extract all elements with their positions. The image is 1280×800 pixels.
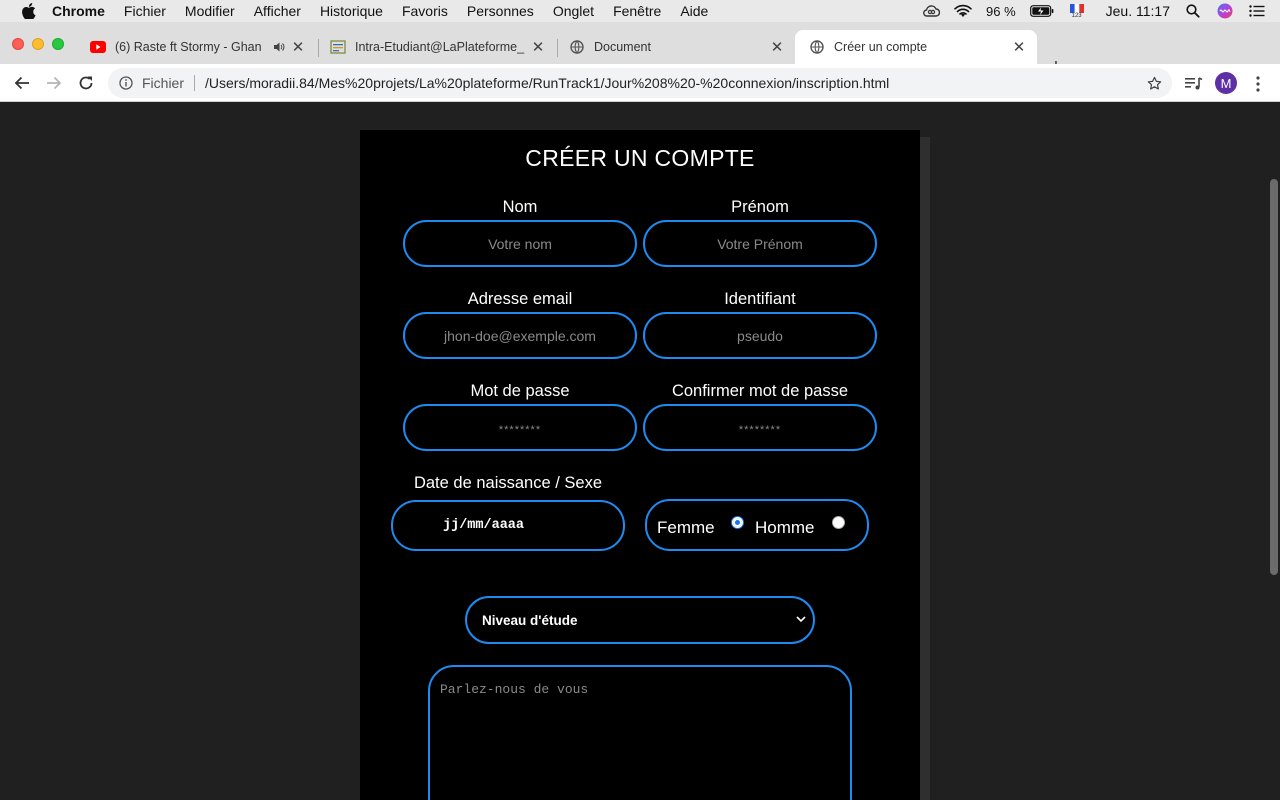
- site-favicon: [330, 39, 346, 55]
- page-scrollbar-thumb[interactable]: [1270, 179, 1278, 575]
- mac-menubar: Chrome Fichier Modifier Afficher Histori…: [0, 0, 1280, 22]
- forward-button[interactable]: [43, 72, 65, 94]
- identifiant-label: Identifiant: [724, 290, 796, 308]
- menubar-clock[interactable]: Jeu. 11:17: [1106, 3, 1170, 19]
- menu-personnes[interactable]: Personnes: [467, 3, 534, 19]
- window-close-button[interactable]: [12, 38, 24, 50]
- sex-radio-group: Femme Homme: [645, 499, 869, 551]
- tab-title: Document: [594, 40, 651, 54]
- menu-modifier[interactable]: Modifier: [185, 3, 235, 19]
- tab-title: (6) Raste ft Stormy - Ghan: [115, 40, 262, 54]
- close-icon[interactable]: ✕: [1011, 39, 1027, 56]
- close-icon[interactable]: ✕: [769, 39, 785, 56]
- omnibox-divider: [194, 75, 196, 91]
- url-text[interactable]: /Users/moradii.84/Mes%20projets/La%20pla…: [205, 75, 889, 91]
- creative-cloud-icon[interactable]: [922, 3, 940, 19]
- about-textarea[interactable]: [428, 665, 852, 800]
- youtube-icon: [90, 39, 106, 55]
- siri-icon[interactable]: [1216, 3, 1234, 19]
- menu-afficher[interactable]: Afficher: [254, 3, 301, 19]
- globe-icon: [569, 39, 585, 55]
- page-viewport: CRÉER UN COMPTE Nom Prénom Adresse email…: [0, 103, 1280, 800]
- tab-document[interactable]: Document ✕: [559, 30, 795, 64]
- tab-separator: [557, 39, 558, 57]
- globe-icon: [809, 39, 825, 55]
- menu-historique[interactable]: Historique: [320, 3, 383, 19]
- menu-fichier[interactable]: Fichier: [124, 3, 166, 19]
- nom-input[interactable]: [403, 220, 637, 267]
- chevron-down-icon: [795, 613, 807, 625]
- menu-aide[interactable]: Aide: [680, 3, 708, 19]
- menubar-status-area: 96 % 123 Jeu. 11:17: [922, 0, 1266, 22]
- nom-label: Nom: [502, 198, 538, 216]
- email-input[interactable]: [403, 312, 637, 359]
- browser-toolbar: Fichier /Users/moradii.84/Mes%20projets/…: [0, 64, 1280, 102]
- profile-avatar[interactable]: M: [1215, 72, 1237, 94]
- reload-button[interactable]: [75, 72, 97, 94]
- control-center-icon[interactable]: [1248, 3, 1266, 19]
- close-icon[interactable]: ✕: [290, 39, 306, 56]
- window-minimize-button[interactable]: [32, 38, 44, 50]
- tab-separator: [318, 39, 319, 57]
- tab-title: Créer un compte: [834, 40, 928, 54]
- speaker-icon[interactable]: [272, 40, 286, 54]
- battery-percent: 96 %: [986, 3, 1016, 19]
- password-input[interactable]: [403, 404, 637, 451]
- form-title: CRÉER UN COMPTE: [525, 145, 755, 171]
- window-zoom-button[interactable]: [52, 38, 64, 50]
- keyboard-flag-icon[interactable]: 123: [1068, 3, 1086, 19]
- wifi-icon[interactable]: [954, 3, 972, 19]
- prenom-label: Prénom: [731, 198, 789, 216]
- sex-male-label: Homme: [755, 518, 815, 537]
- bookmark-star-icon[interactable]: [1146, 75, 1162, 91]
- tab-youtube[interactable]: (6) Raste ft Stormy - Ghan ✕: [80, 30, 316, 64]
- signup-form-card: CRÉER UN COMPTE Nom Prénom Adresse email…: [360, 130, 920, 800]
- kebab-menu-icon[interactable]: [1247, 73, 1269, 95]
- close-icon[interactable]: ✕: [530, 39, 546, 56]
- confirm-password-input[interactable]: [643, 404, 877, 451]
- apple-icon[interactable]: [20, 2, 38, 20]
- sex-male-radio[interactable]: [832, 516, 845, 529]
- date-placeholder: jj/mm/aaaa: [443, 518, 525, 533]
- menu-favoris[interactable]: Favoris: [402, 3, 448, 19]
- url-scheme-label: Fichier: [142, 75, 185, 91]
- menu-onglet[interactable]: Onglet: [553, 3, 594, 19]
- education-level-select[interactable]: Niveau d'étude: [465, 596, 815, 644]
- battery-icon[interactable]: [1029, 3, 1054, 19]
- info-icon[interactable]: [118, 75, 134, 91]
- birthdate-input[interactable]: jj/mm/aaaa: [391, 500, 625, 551]
- confirm-password-label: Confirmer mot de passe: [671, 382, 849, 400]
- sex-female-radio[interactable]: [731, 516, 744, 529]
- menu-app-chrome[interactable]: Chrome: [52, 3, 105, 19]
- email-label: Adresse email: [467, 290, 573, 308]
- password-label: Mot de passe: [470, 382, 570, 400]
- back-button[interactable]: [11, 72, 33, 94]
- address-bar[interactable]: Fichier /Users/moradii.84/Mes%20projets/…: [108, 68, 1172, 98]
- menu-fenetre[interactable]: Fenêtre: [613, 3, 661, 19]
- education-level-value: Niveau d'étude: [482, 612, 578, 628]
- tab-strip: (6) Raste ft Stormy - Ghan ✕ Intra-Etudi…: [0, 22, 1280, 78]
- prenom-input[interactable]: [643, 220, 877, 267]
- identifiant-input[interactable]: [643, 312, 877, 359]
- sex-female-label: Femme: [657, 518, 715, 537]
- tab-creer-un-compte[interactable]: Créer un compte ✕: [795, 30, 1037, 64]
- birth-sex-label: Date de naissance / Sexe: [413, 474, 603, 492]
- keyboard-layout-number: 123: [1071, 12, 1082, 19]
- spotlight-icon[interactable]: [1184, 3, 1202, 19]
- media-queue-icon[interactable]: [1183, 73, 1205, 95]
- tab-title: Intra-Etudiant@LaPlateforme_: [355, 40, 525, 54]
- tab-intra-etudiant[interactable]: Intra-Etudiant@LaPlateforme_ ✕: [320, 30, 556, 64]
